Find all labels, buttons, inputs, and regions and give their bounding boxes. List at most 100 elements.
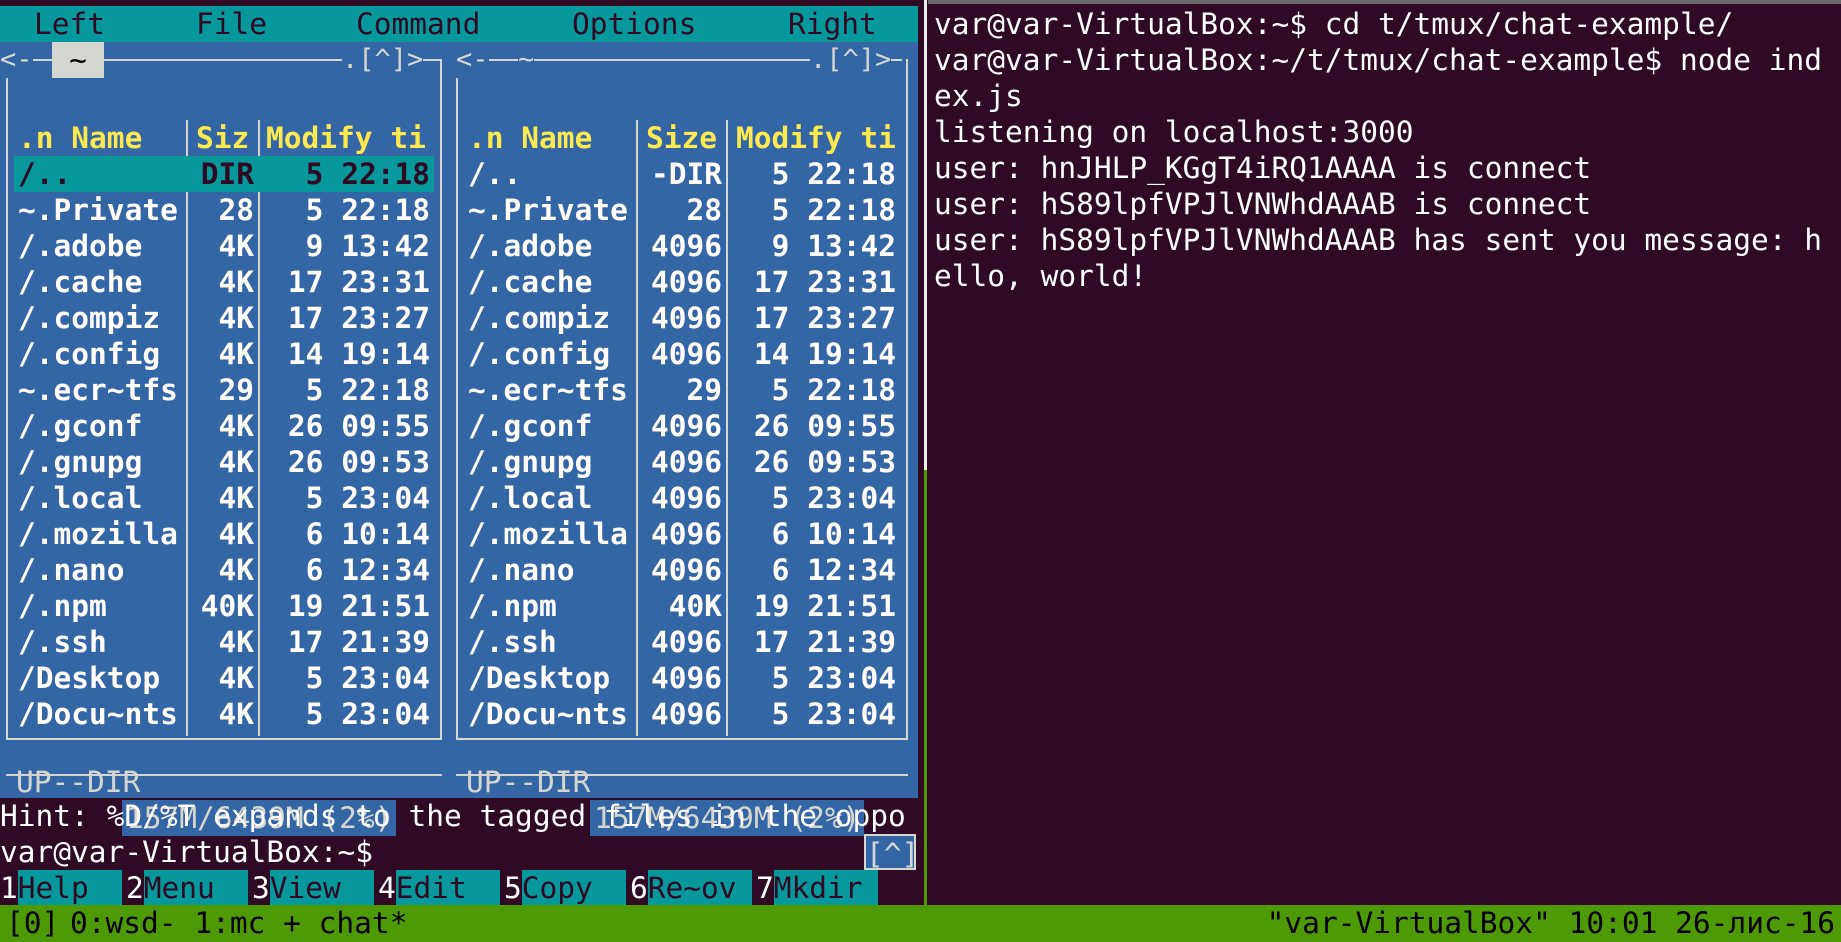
file-row[interactable]: /Docu~nts 4096 5 23:04 <box>464 696 900 732</box>
right-col-name-header[interactable]: .n Name <box>468 120 592 156</box>
file-size: 29 <box>686 373 722 407</box>
menu-file[interactable]: File <box>196 6 267 42</box>
file-row[interactable]: /.ssh 4096 17 21:39 <box>464 624 900 660</box>
file-row[interactable]: /.npm 40K 19 21:51 <box>464 588 900 624</box>
file-size: 4K <box>218 481 254 515</box>
file-name: /.mozilla <box>18 517 178 551</box>
fkey-number: 3 <box>252 871 270 905</box>
file-row[interactable]: /.compiz 4K 17 23:27 <box>14 300 434 336</box>
left-col-size-header[interactable]: Siz <box>196 120 249 156</box>
file-row[interactable]: /.adobe 4096 9 13:42 <box>464 228 900 264</box>
file-name: /Desktop <box>468 661 611 695</box>
pane-divider[interactable] <box>924 0 927 470</box>
fkey-help-button[interactable]: 1Help <box>0 870 122 906</box>
fkey-number: 5 <box>504 871 522 905</box>
file-row-selected[interactable]: /.. DIR 5 22:18 <box>14 156 434 192</box>
file-mtime: 26 09:53 <box>287 445 430 479</box>
fkey-edit-button[interactable]: 4Edit <box>378 870 500 906</box>
file-row[interactable]: /.config 4096 14 19:14 <box>464 336 900 372</box>
left-col-name-header[interactable]: .n Name <box>18 120 142 156</box>
file-row[interactable]: /.nano 4096 6 12:34 <box>464 552 900 588</box>
file-mtime: 6 12:34 <box>305 553 430 587</box>
file-row[interactable]: ~.Private 28 5 22:18 <box>14 192 434 228</box>
file-name: ~.Private <box>468 193 628 227</box>
file-row[interactable]: /Desktop 4096 5 23:04 <box>464 660 900 696</box>
right-panel-path[interactable]: ~ <box>518 42 535 78</box>
fkey-copy-button[interactable]: 5Copy <box>504 870 626 906</box>
left-col-time-header[interactable]: Modify ti <box>266 120 426 156</box>
right-panel[interactable]: <- ~ .[^]> .n Name Size Modify ti /.. -DI… <box>450 42 918 836</box>
file-row[interactable]: /Docu~nts 4K 5 23:04 <box>14 696 434 732</box>
file-mtime: 5 22:18 <box>305 157 430 191</box>
left-hotlist-button[interactable]: <- <box>0 42 33 78</box>
file-row[interactable]: ~.ecr~tfs 29 5 22:18 <box>14 372 434 408</box>
fkey-view-button[interactable]: 3View <box>252 870 374 906</box>
file-row[interactable]: /.local 4096 5 23:04 <box>464 480 900 516</box>
fkey-reov-button[interactable]: 6Re~ov <box>630 870 752 906</box>
fkey-mkdir-button[interactable]: 7Mkdir <box>756 870 878 906</box>
file-row[interactable]: /.mozilla 4K 6 10:14 <box>14 516 434 552</box>
right-col-time-header[interactable]: Modify ti <box>736 120 896 156</box>
file-size: -DIR <box>650 157 722 191</box>
fkey-number: 4 <box>378 871 396 905</box>
file-row[interactable]: /.adobe 4K 9 13:42 <box>14 228 434 264</box>
mc-command-prompt[interactable]: var@var-VirtualBox:~$ <box>0 834 373 870</box>
file-row[interactable]: /.mozilla 4096 6 10:14 <box>464 516 900 552</box>
fkey-label: View <box>269 870 374 906</box>
file-mtime: 9 13:42 <box>305 229 430 263</box>
menu-options[interactable]: Options <box>572 6 696 42</box>
fkey-number: 2 <box>126 871 144 905</box>
file-row[interactable]: /.npm 40K 19 21:51 <box>14 588 434 624</box>
file-row[interactable]: /.local 4K 5 23:04 <box>14 480 434 516</box>
right-col-size-header[interactable]: Size <box>646 120 717 156</box>
file-row[interactable]: /.. -DIR 5 22:18 <box>464 156 900 192</box>
file-row[interactable]: /.cache 4096 17 23:31 <box>464 264 900 300</box>
fkey-number: 7 <box>756 871 774 905</box>
file-mtime: 14 19:14 <box>753 337 896 371</box>
file-row[interactable]: /.gnupg 4096 26 09:53 <box>464 444 900 480</box>
file-size: 4K <box>218 517 254 551</box>
left-panel-history-button[interactable]: .[^]> <box>342 42 424 78</box>
file-mtime: 5 22:18 <box>305 193 430 227</box>
terminal-line: var@var-VirtualBox:~$ cd t/tmux/chat-exa… <box>934 7 1734 41</box>
left-panel-path[interactable]: ~ <box>52 42 104 78</box>
file-mtime: 6 10:14 <box>305 517 430 551</box>
file-row[interactable]: /.nano 4K 6 12:34 <box>14 552 434 588</box>
file-row[interactable]: /.gconf 4K 26 09:55 <box>14 408 434 444</box>
left-panel[interactable]: <- ~ .[^]> .n Name Siz Modify ti /.. DIR 5… <box>0 42 450 836</box>
menu-right[interactable]: Right <box>788 6 877 42</box>
terminal-line: ello, world! <box>934 259 1148 293</box>
file-name: ~.Private <box>18 193 178 227</box>
tmux-window-list[interactable]: 0:wsd- 1:mc + chat* <box>70 905 407 941</box>
right-panel-history-button[interactable]: .[^]> <box>810 42 892 78</box>
file-row[interactable]: /.ssh 4K 17 21:39 <box>14 624 434 660</box>
file-mtime: 6 10:14 <box>771 517 896 551</box>
file-row[interactable]: /.config 4K 14 19:14 <box>14 336 434 372</box>
file-mtime: 5 22:18 <box>305 373 430 407</box>
fkey-label: Mkdir <box>773 870 878 906</box>
file-row[interactable]: /.gnupg 4K 26 09:53 <box>14 444 434 480</box>
left-mini-status: UP--DIR <box>16 765 141 799</box>
file-row[interactable]: ~.Private 28 5 22:18 <box>464 192 900 228</box>
file-row[interactable]: /Desktop 4K 5 23:04 <box>14 660 434 696</box>
file-mtime: 5 23:04 <box>305 697 430 731</box>
mc-prompt-history-button[interactable]: [^] <box>864 834 919 871</box>
file-mtime: 17 21:39 <box>753 625 896 659</box>
file-size: 4096 <box>650 445 722 479</box>
menu-left[interactable]: Left <box>34 6 105 42</box>
pane-divider-active[interactable] <box>924 470 927 905</box>
fkey-menu-button[interactable]: 2Menu <box>126 870 248 906</box>
right-hotlist-button[interactable]: <- <box>456 42 489 78</box>
file-row[interactable]: /.gconf 4096 26 09:55 <box>464 408 900 444</box>
fkey-label: Re~ov <box>647 870 752 906</box>
menu-command[interactable]: Command <box>356 6 480 42</box>
mc-function-key-bar: 1Help 2Menu 3View 4Edit 5Copy 6Re~ov 7Mkdir <box>0 870 918 906</box>
terminal-pane[interactable]: var@var-VirtualBox:~$ cd t/tmux/chat-exa… <box>934 6 1839 294</box>
file-name: /.nano <box>468 553 575 587</box>
file-name: /.ssh <box>468 625 557 659</box>
file-size: 4096 <box>650 301 722 335</box>
file-row[interactable]: /.compiz 4096 17 23:27 <box>464 300 900 336</box>
file-row[interactable]: ~.ecr~tfs 29 5 22:18 <box>464 372 900 408</box>
terminal-line: user: hnJHLP_KGgT4iRQ1AAAA is connect <box>934 151 1592 185</box>
file-row[interactable]: /.cache 4K 17 23:31 <box>14 264 434 300</box>
